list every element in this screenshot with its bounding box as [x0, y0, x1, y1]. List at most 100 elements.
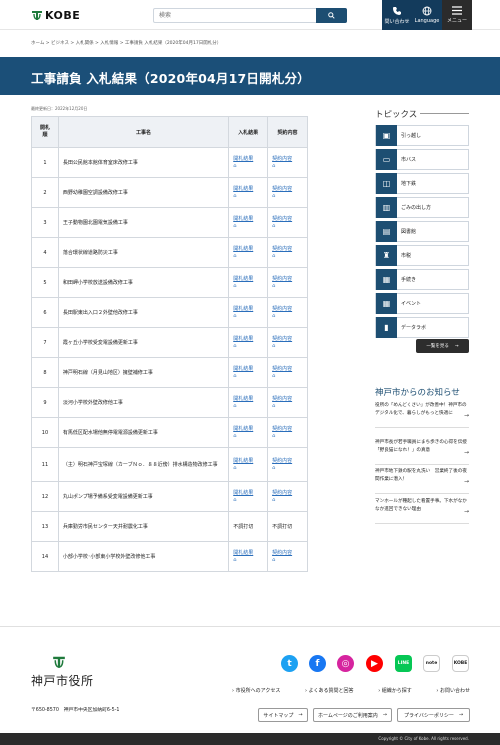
topic-label: ごみの出し方	[401, 205, 432, 211]
footer-link[interactable]: › 組織から探す	[378, 687, 412, 694]
line-icon[interactable]: LINE	[395, 655, 412, 672]
language-button[interactable]: Language	[412, 0, 442, 30]
list-all-button[interactable]: 一覧を見る →	[416, 339, 469, 353]
result-link[interactable]: 開札結果	[233, 156, 263, 163]
result-link[interactable]: 開札結果	[233, 458, 263, 465]
work-name: 小部小学校･小部東小学校外壁改修他工事	[57, 541, 230, 572]
footer-button[interactable]: サイトマップ →	[258, 708, 308, 722]
table-row: 2 西野幼稚園空調設備改修工事 開札結果 ⌂ 契約内容 ⌂	[31, 177, 308, 208]
arrow-right-icon: →	[454, 343, 459, 349]
detail-link[interactable]: 契約内容	[272, 276, 303, 283]
facebook-icon[interactable]: f	[309, 655, 326, 672]
detail-link[interactable]: 契約内容	[272, 216, 303, 223]
note-icon[interactable]: note	[423, 655, 440, 672]
footer-link[interactable]: › 市役所へのアクセス	[232, 687, 280, 694]
breadcrumb[interactable]: ホーム > ビジネス > 入札関係 > 入札情報 > 工事請負 入札結果（202…	[31, 40, 221, 46]
detail-link[interactable]: 契約内容	[272, 366, 303, 373]
result-link[interactable]: 開札結果	[233, 396, 263, 403]
topic-label: 市税	[401, 253, 412, 259]
topic-item[interactable]: ▦ イベント	[375, 293, 469, 314]
work-name: 落合環状線道路防災工事	[57, 237, 230, 268]
search-input[interactable]	[154, 9, 316, 22]
search-icon	[328, 12, 335, 19]
row-number: 9	[31, 387, 59, 418]
topic-item[interactable]: ♜ 市税	[375, 245, 469, 266]
row-number: 6	[31, 297, 59, 328]
detail-cell: 契約内容 ⌂	[267, 417, 308, 448]
pdf-icon: ⌂	[272, 465, 276, 471]
table-row: 4 落合環状線道路防災工事 開札結果 ⌂ 契約内容 ⌂	[31, 237, 308, 268]
pdf-icon: ⌂	[233, 433, 237, 439]
header-detail: 契約内容	[267, 116, 308, 148]
news-divider	[375, 493, 469, 494]
detail-cell: 契約内容 ⌂	[267, 177, 308, 208]
bid-results-table: 開札 順 工事名 入札結果 契約内容 1 長田公民館本館体育室床改修工事 開札結果 ⌂…	[31, 116, 308, 572]
detail-link[interactable]: 契約内容	[272, 426, 303, 433]
detail-cell: 契約内容 ⌂	[267, 267, 308, 298]
topic-item[interactable]: ◫ 地下鉄	[375, 173, 469, 194]
footer-button[interactable]: プライバシーポリシー →	[397, 708, 470, 722]
topic-item[interactable]: ▦ 手続き	[375, 269, 469, 290]
news-item[interactable]: 神戸市地下鉄の駅を丸洗い 営業終了後の夜間作業に潜入！ →	[375, 468, 469, 485]
instagram-icon[interactable]: ◎	[337, 655, 354, 672]
result-cell: 開札結果 ⌂	[228, 481, 269, 512]
topic-label: 手続き	[401, 277, 417, 283]
pdf-icon: ⌂	[233, 343, 237, 349]
result-link[interactable]: 開札結果	[233, 336, 263, 343]
pdf-icon: ⌂	[233, 223, 237, 229]
document-icon: ▦	[376, 269, 397, 290]
search-button[interactable]	[316, 8, 347, 23]
result-link[interactable]: 開札結果	[233, 550, 263, 557]
pdf-icon: ⌂	[272, 283, 276, 289]
youtube-icon[interactable]: ▶	[366, 655, 383, 672]
menu-label: メニュー	[446, 18, 467, 24]
calendar-icon: ▦	[376, 293, 397, 314]
work-name: 長田公民館本館体育室床改修工事	[57, 147, 230, 178]
detail-cell: 契約内容 ⌂	[267, 387, 308, 418]
work-name: 兵庫勤労市民センター天井耐震化工事	[57, 511, 230, 542]
detail-link[interactable]: 契約内容	[272, 156, 303, 163]
detail-link[interactable]: 契約内容	[272, 550, 303, 557]
result-link[interactable]: 開札結果	[233, 426, 263, 433]
footer-link[interactable]: › よくある質問と回答	[305, 687, 354, 694]
result-link[interactable]: 開札結果	[233, 490, 263, 497]
detail-cell: 契約内容 ⌂	[267, 327, 308, 358]
topic-item[interactable]: ▣ 引っ越し	[375, 125, 469, 146]
site-logo[interactable]: KOBE	[31, 9, 80, 22]
twitter-icon[interactable]: t	[281, 655, 298, 672]
kobe-app-icon[interactable]: KOBE	[452, 655, 469, 672]
news-item[interactable]: マンホールが種起した看置手事。下水がなかなか進回できない理由 →	[375, 498, 469, 515]
footer-button-label: ホームページのご利用案内	[318, 712, 378, 719]
topic-item[interactable]: ▤ 図書館	[375, 221, 469, 242]
pdf-icon: ⌂	[233, 283, 237, 289]
inquiry-button[interactable]: 問い合わせ	[382, 0, 412, 30]
inquiry-label: 問い合わせ	[384, 18, 410, 25]
detail-link[interactable]: 契約内容	[272, 306, 303, 313]
detail-link[interactable]: 契約内容	[272, 246, 303, 253]
detail-link[interactable]: 契約内容	[272, 490, 303, 497]
table-row: 10 有馬低区配水場他無停電電源設備更新工事 開札結果 ⌂ 契約内容 ⌂	[31, 417, 308, 448]
result-link[interactable]: 開札結果	[233, 366, 263, 373]
city-emblem-icon	[53, 656, 65, 668]
topic-item[interactable]: ▥ ごみの出し方	[375, 197, 469, 218]
detail-link[interactable]: 契約内容	[272, 396, 303, 403]
result-link[interactable]: 開札結果	[233, 276, 263, 283]
detail-link[interactable]: 契約内容	[272, 186, 303, 193]
result-cell: 開札結果 ⌂	[228, 357, 269, 388]
detail-link[interactable]: 契約内容	[272, 458, 303, 465]
topic-item[interactable]: ▭ 市バス	[375, 149, 469, 170]
news-item[interactable]: 役所の「めんどくさい」が改善中！神戸市のデジタル化で、暮らしがもっと快適に →	[375, 402, 469, 419]
result-link[interactable]: 開札結果	[233, 186, 263, 193]
work-name: 西野幼稚園空調設備改修工事	[57, 177, 230, 208]
detail-link[interactable]: 契約内容	[272, 336, 303, 343]
result-link[interactable]: 開札結果	[233, 246, 263, 253]
menu-button[interactable]: メニュー	[442, 0, 472, 30]
chart-icon: ▮	[376, 317, 397, 338]
news-item[interactable]: 神戸市長が若手職員にまち歩きの心得を伝授「野良猫になれ！」の真意 →	[375, 439, 469, 456]
footer-button[interactable]: ホームページのご利用案内 →	[313, 708, 392, 722]
topic-item[interactable]: ▮ データラボ	[375, 317, 469, 338]
result-link[interactable]: 開札結果	[233, 306, 263, 313]
footer-link[interactable]: › お問い合わせ	[436, 687, 470, 694]
result-link[interactable]: 開札結果	[233, 216, 263, 223]
city-address: 〒650-8570 神戸市中央区加納町6-5-1	[31, 708, 120, 713]
